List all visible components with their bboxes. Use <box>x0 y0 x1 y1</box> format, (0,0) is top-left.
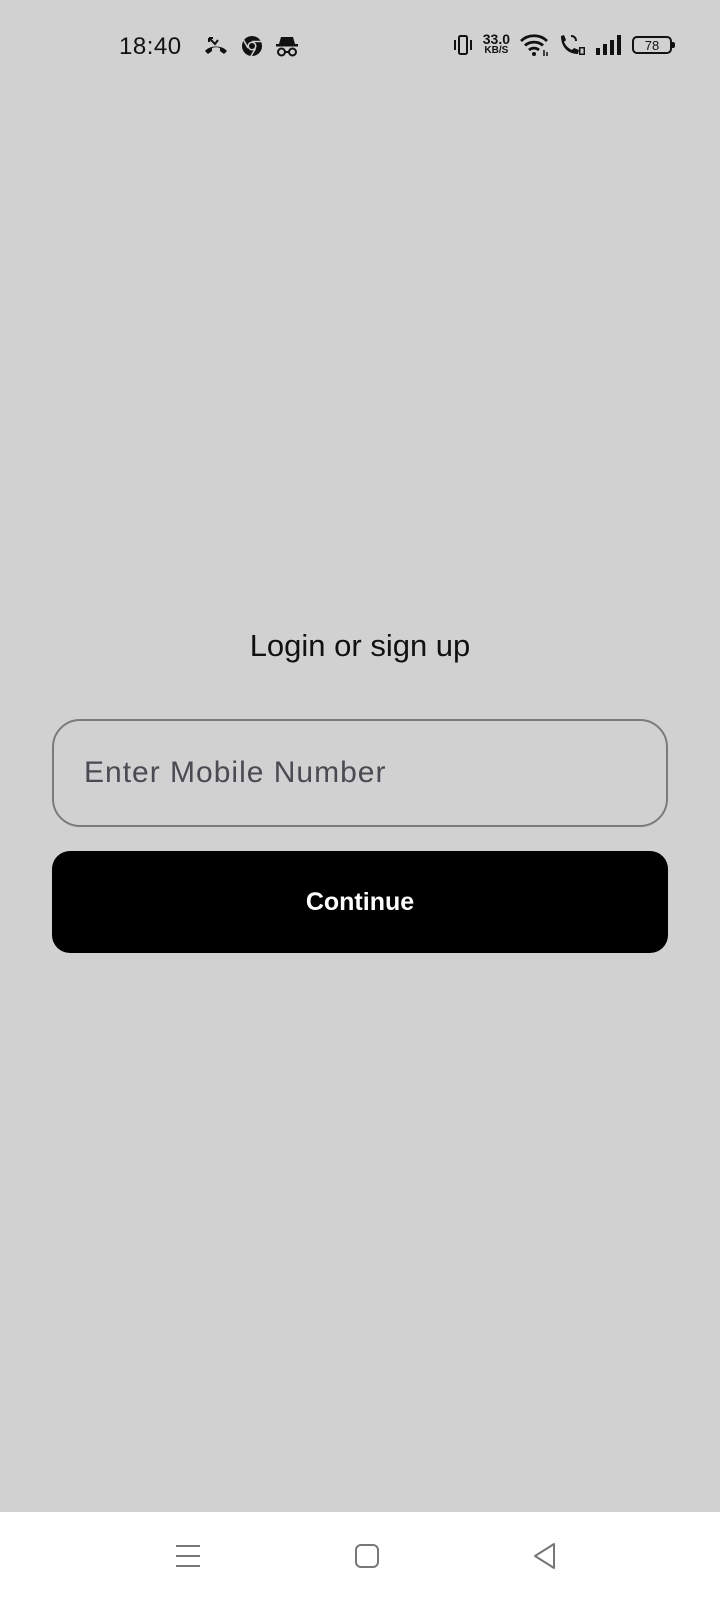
net-speed: 33.0 KB/S <box>482 31 510 56</box>
missed-call-icon <box>203 35 229 57</box>
navigation-bar <box>0 1512 720 1600</box>
continue-button[interactable]: Continue <box>52 851 668 953</box>
net-speed-value: 33.0 <box>482 31 510 47</box>
wifi-calling-icon <box>558 33 586 57</box>
status-time: 18:40 <box>119 33 182 60</box>
wifi-icon <box>519 33 549 57</box>
battery-level: 78 <box>644 37 660 53</box>
chrome-icon <box>241 35 263 57</box>
status-right-icons: 33.0 KB/S 78 <box>452 31 675 57</box>
mobile-number-input[interactable] <box>52 719 668 827</box>
home-icon[interactable] <box>347 1536 387 1576</box>
back-icon[interactable] <box>525 1536 565 1576</box>
battery-icon: 78 <box>632 36 675 54</box>
status-bar: 18:40 33.0 KB/S 78 <box>0 0 720 96</box>
status-left-icons <box>203 35 299 57</box>
incognito-icon <box>275 35 299 57</box>
page-title: Login or sign up <box>249 628 471 663</box>
login-screen: 18:40 33.0 KB/S 78 Login or sign up Ente… <box>0 0 720 1600</box>
menu-icon[interactable] <box>168 1536 208 1576</box>
signal-icon <box>595 34 623 56</box>
net-speed-unit: KB/S <box>484 45 509 56</box>
vibrate-icon <box>452 34 474 56</box>
